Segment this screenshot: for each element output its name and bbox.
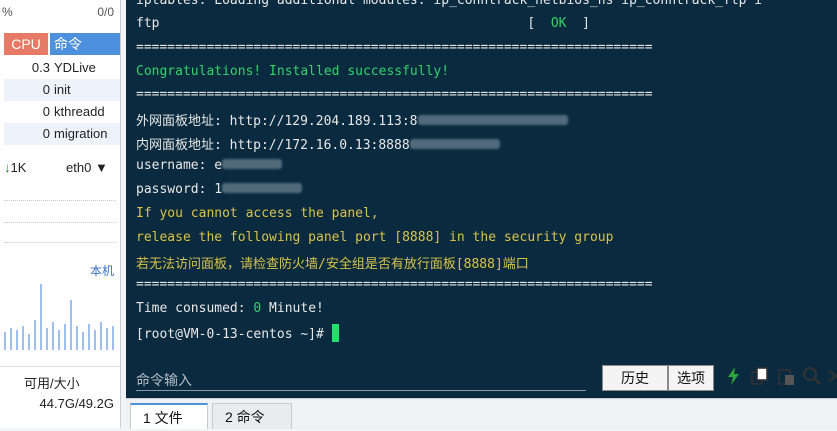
graph-bar [64,324,66,350]
redacted-region [222,159,283,169]
graph-label[interactable]: 本机 [90,262,114,279]
graph-bar [34,320,36,350]
process-name: migration [54,126,108,141]
process-row[interactable]: 0.3 YDLive [4,57,120,79]
disk-header-label: 可用/大小 [24,376,80,391]
options-button[interactable]: 选项 [668,365,714,391]
graph-bar [58,330,60,350]
terminal-line: ftp [ OK ] [136,16,590,31]
graph-bar [40,284,42,350]
terminal-line: ========================================… [136,87,653,102]
process-name: kthreadd [54,104,105,119]
process-row[interactable]: 0 migration [4,123,120,145]
terminal-line: release the following panel port [8888] … [136,230,614,245]
download-rate: ↓1K [4,160,26,175]
graph-bar [10,328,12,350]
graph-bar [94,330,96,350]
command-bar: 命令输入 历史 选项 [126,362,837,396]
graph-gridline [4,200,116,201]
terminal-line: username: e [136,158,283,173]
process-name: YDLive [54,60,96,75]
swap-value: 0/0 [97,5,114,19]
process-row[interactable]: 0 init [4,79,120,101]
lightning-icon[interactable] [724,366,744,386]
more-icon[interactable] [826,366,837,386]
terminal-line: 若无法访问面板，请检查防火墙/安全组是否有放行面板[8888]端口 [136,257,529,272]
graph-gridline [4,242,116,243]
tab-commands[interactable]: 2 命令 [212,403,292,429]
graph-bar [52,322,54,350]
process-cpu: 0 [42,126,50,141]
graph-bar [28,334,30,350]
terminal-line: iptables: Loading additional modules: ip… [136,0,763,8]
sidebar: % 0/0 CPU 命令 0.3 YDLive 0 init 0 kthread… [0,0,121,428]
process-cpu: 0 [42,104,50,119]
memory-percent: % [2,5,13,19]
process-cpu: 0 [42,82,50,97]
graph-gridline [4,222,116,223]
process-row[interactable]: 0 kthreadd [4,101,120,123]
terminal-line: Congratulations! Installed successfully! [136,64,450,79]
graph-bar [82,332,84,350]
process-table-header: CPU 命令 [0,33,120,55]
chevron-down-icon: ▼ [94,160,108,175]
terminal-line: ========================================… [136,277,653,292]
interface-name: eth0 [66,160,92,175]
terminal-prompt: [root@VM-0-13-centos ~]# [136,324,339,342]
cpu-column-header[interactable]: CPU [4,33,48,55]
search-icon[interactable] [802,366,822,386]
redacted-region [222,183,303,193]
history-button[interactable]: 历史 [602,365,668,391]
terminal-line: 内网面板地址: http://172.16.0.13:8888 [136,134,500,153]
terminal-line: ========================================… [136,40,653,55]
terminal-line: 外网面板地址: http://129.204.189.113:8 [136,110,568,129]
graph-bar [46,328,48,350]
network-row: ↓1K eth0 ▼ [0,158,120,178]
process-cpu: 0.3 [31,60,50,75]
terminal-cursor [331,324,339,342]
graph-bar [22,326,24,350]
terminal-line: Time consumed: 0 Minute! [136,301,324,316]
graph-bar [112,326,114,350]
process-name: init [54,82,71,97]
tab-files[interactable]: 1 文件 [130,403,208,429]
network-graph [2,280,118,350]
disk-header: 可用/大小 [0,366,120,395]
graph-bar [16,330,18,350]
redacted-region [417,115,568,125]
graph-bar [88,324,90,350]
terminal-line: If you cannot access the panel, [136,206,379,221]
graph-bar [76,326,78,350]
copy-icon[interactable] [750,366,770,386]
bottom-tabs: 1 文件 2 命令 [126,398,837,429]
graph-bar [70,300,72,350]
terminal[interactable]: iptables: Loading additional modules: ip… [126,0,837,398]
download-value: 1K [10,160,27,175]
disk-value: 44.7G/49.2G [39,396,114,411]
graph-bar [106,328,108,350]
interface-select[interactable]: eth0 ▼ [66,160,108,175]
graph-bar [100,322,102,350]
graph-bar [4,332,6,350]
terminal-line: password: 1 [136,182,303,197]
command-column-header[interactable]: 命令 [50,33,120,55]
redacted-region [409,139,500,149]
paste-icon[interactable] [776,366,796,386]
sidebar-top: % 0/0 [0,0,120,22]
command-input[interactable]: 命令输入 [136,370,586,391]
